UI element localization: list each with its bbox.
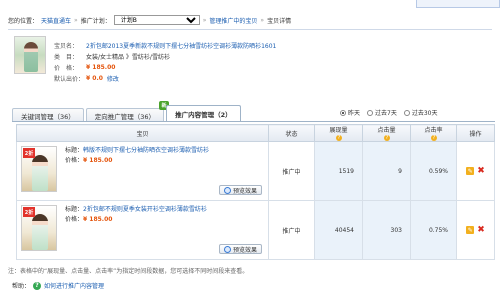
actions-cell: ✎ ✖ [456,200,495,260]
column-header-ctr: 点击率? [410,124,457,142]
range-option-7days[interactable]: 过去7天 [367,108,397,117]
status-cell: 推广中 [268,141,315,201]
tab-label: 推广内容管理（2） [175,111,232,119]
item-price: ¥ 185.00 [83,157,113,164]
tab-bar: 关键词管理（36） 定向推广管理（36） 新 推广内容管理（2） [12,101,241,122]
tab-content-management[interactable]: 推广内容管理（2） [166,105,241,122]
date-range-selector: 昨天 过去7天 过去30天 [340,108,437,117]
column-header-clicks: 点击量? [362,124,411,142]
help-icon[interactable]: ? [431,135,437,141]
column-header-item: 宝贝 [16,124,269,142]
preview-label: 预览效果 [232,187,257,195]
delete-icon[interactable]: ✖ [477,166,485,175]
plan-label: 推广计划： [80,17,111,25]
title-label: 标题： [65,147,84,154]
discount-badge: 2折 [23,148,35,158]
edit-bid-link[interactable]: 修改 [107,74,119,83]
tab-underline [12,121,495,122]
divider [8,29,492,30]
help-icon[interactable]: ? [336,135,342,141]
tab-label: 定向推广管理（36） [94,112,156,121]
edit-icon[interactable]: ✎ [466,167,475,176]
radio-selected-icon[interactable] [340,109,346,116]
preview-button[interactable]: 预览效果 [218,244,262,254]
item-image[interactable]: 2折 [21,205,57,251]
product-title-link[interactable]: 2折包邮2013夏季新款不规则下摆七分袖雪纺衫空调衫薄款防晒衫1601 [86,41,276,50]
item-cell: 2折 标题：2折包邮不规则夏季女装开衫空调衫薄款雪纺衫 价格：¥ 185.00 … [16,200,269,260]
preview-label: 预览效果 [232,246,257,254]
column-header-actions: 操作 [456,124,495,142]
product-title-key: 宝贝名： [54,43,79,50]
product-category-key: 类 目： [54,54,79,61]
delete-icon[interactable]: ✖ [477,225,485,234]
product-price-key: 价 格： [54,65,79,72]
price-label: 价格： [65,157,84,164]
breadcrumb-current: 宝贝详情 [267,17,292,25]
title-label: 标题： [65,206,84,213]
table-row: 2折 标题：韩版不规则下摆七分袖防晒衣空调衫薄款雪纺衫 价格：¥ 185.00 … [16,141,495,201]
top-tab-edge [416,0,500,8]
product-thumbnail[interactable] [14,36,46,74]
help-label: 帮助： [12,283,31,290]
impressions-cell: 1519 [314,141,363,201]
footnote: 注：表格中的“展现量、点击量、点击率”为指定时间段数据，您可选择不同时间段来查看… [8,268,249,275]
actions-cell: ✎ ✖ [456,141,495,201]
clicks-cell: 9 [362,141,411,201]
help-question-icon: ? [33,281,42,290]
breadcrumb-separator: » [202,16,207,24]
magnifier-icon [223,245,231,253]
breadcrumb-home-link[interactable]: 天猫直通车 [41,16,71,25]
column-header-impressions: 展现量? [314,124,363,142]
default-bid-value: ¥ 0.0 [86,75,103,82]
default-bid-key: 默认出价： [54,76,85,83]
help-link[interactable]: 如何进行推广内容管理 [44,281,104,290]
radio-icon[interactable] [403,109,410,116]
discount-badge: 2折 [23,207,35,217]
table-row: 2折 标题：2折包邮不规则夏季女装开衫空调衫薄款雪纺衫 价格：¥ 185.00 … [16,200,495,260]
breadcrumb-prefix: 您的位置： [8,17,39,25]
plan-select[interactable]: 计划B [113,15,200,25]
help-row: 帮助： ? 如何进行推广内容管理 [12,281,104,290]
range-option-30days[interactable]: 过去30天 [403,108,438,117]
breadcrumb-separator: » [74,16,78,24]
item-price: ¥ 185.00 [83,216,113,223]
content-table: 宝贝 状态 展现量? 点击量? 点击率? 操作 2折 标题：韩版不规则下摆七分袖… [16,124,495,260]
range-option-yesterday[interactable]: 昨天 [340,108,360,117]
price-label: 价格： [65,216,84,223]
product-info: 宝贝名： 2折包邮2013夏季新款不规则下摆七分袖雪纺衫空调衫薄款防晒衫1601… [14,36,462,93]
impressions-cell: 40454 [314,200,363,260]
tab-targeting-management[interactable]: 定向推广管理（36） 新 [85,101,170,122]
ctr-cell: 0.75% [410,200,457,260]
range-label: 过去7天 [375,110,397,117]
radio-icon[interactable] [367,109,374,116]
help-icon[interactable]: ? [384,135,390,141]
item-title-link[interactable]: 韩版不规则下摆七分袖防晒衣空调衫薄款雪纺衫 [83,147,209,154]
column-header-status: 状态 [268,124,315,142]
clicks-cell: 303 [362,200,411,260]
breadcrumb-group-link[interactable]: 管理推广中的宝贝 [209,16,257,25]
item-cell: 2折 标题：韩版不规则下摆七分袖防晒衣空调衫薄款雪纺衫 价格：¥ 185.00 … [16,141,269,201]
ctr-cell: 0.59% [410,141,457,201]
table-header-row: 宝贝 状态 展现量? 点击量? 点击率? 操作 [16,124,495,142]
product-category: 女装/女士精品 》雪纺衫/雪纺衫 [86,54,170,61]
product-price: ¥ 185.00 [86,64,116,71]
magnifier-icon [223,186,231,194]
status-cell: 推广中 [268,200,315,260]
range-label: 过去30天 [411,110,438,117]
tab-label: 关键词管理（36） [21,112,75,121]
item-title-link[interactable]: 2折包邮不规则夏季女装开衫空调衫薄款雪纺衫 [83,206,207,213]
edit-icon[interactable]: ✎ [466,226,475,235]
preview-button[interactable]: 预览效果 [218,185,262,195]
breadcrumb: 您的位置： 天猫直通车 » 推广计划： 计划B » 管理推广中的宝贝 » 宝贝详… [8,13,492,27]
breadcrumb-separator: » [260,16,265,24]
tab-keyword-management[interactable]: 关键词管理（36） [12,108,84,122]
item-image[interactable]: 2折 [21,146,57,192]
range-label: 昨天 [348,110,361,117]
